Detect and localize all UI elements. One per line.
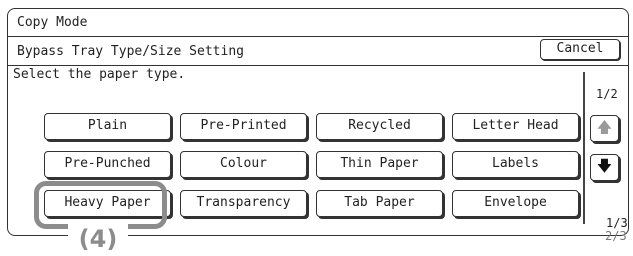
page-indicator: 1/2 bbox=[596, 87, 618, 101]
paper-type-thin-paper[interactable]: Thin Paper bbox=[316, 151, 443, 178]
instruction-text: Select the paper type. bbox=[13, 67, 186, 82]
cancel-button[interactable]: Cancel bbox=[540, 39, 620, 60]
title-bar: Copy Mode bbox=[8, 9, 628, 37]
paper-type-tab-paper[interactable]: Tab Paper bbox=[316, 190, 443, 217]
paper-type-recycled[interactable]: Recycled bbox=[316, 113, 443, 140]
screen-title: Copy Mode bbox=[17, 15, 88, 30]
setting-title: Bypass Tray Type/Size Setting bbox=[17, 44, 244, 59]
page-indicator-bottom: 1/3 bbox=[606, 216, 628, 230]
scroll-down-button[interactable]: 🡇 bbox=[590, 154, 619, 181]
paper-type-pre-printed[interactable]: Pre-Printed bbox=[180, 113, 307, 140]
callout-label: (4) bbox=[68, 222, 128, 256]
page-indicator-ghost: 2/3 bbox=[605, 229, 627, 243]
arrow-up-icon: 🡅 bbox=[596, 118, 613, 136]
scroll-up-button[interactable]: 🡅 bbox=[590, 115, 619, 142]
subheader-bar: Bypass Tray Type/Size Setting Cancel bbox=[8, 36, 628, 66]
paper-type-letter-head[interactable]: Letter Head bbox=[452, 113, 579, 140]
paper-type-labels[interactable]: Labels bbox=[452, 151, 579, 178]
paper-type-colour[interactable]: Colour bbox=[180, 151, 307, 178]
scroll-divider bbox=[583, 72, 585, 224]
arrow-down-icon: 🡇 bbox=[596, 157, 613, 175]
paper-type-envelope[interactable]: Envelope bbox=[452, 190, 579, 217]
paper-type-transparency[interactable]: Transparency bbox=[180, 190, 307, 217]
paper-type-pre-punched[interactable]: Pre-Punched bbox=[44, 151, 171, 178]
paper-type-plain[interactable]: Plain bbox=[44, 113, 171, 140]
